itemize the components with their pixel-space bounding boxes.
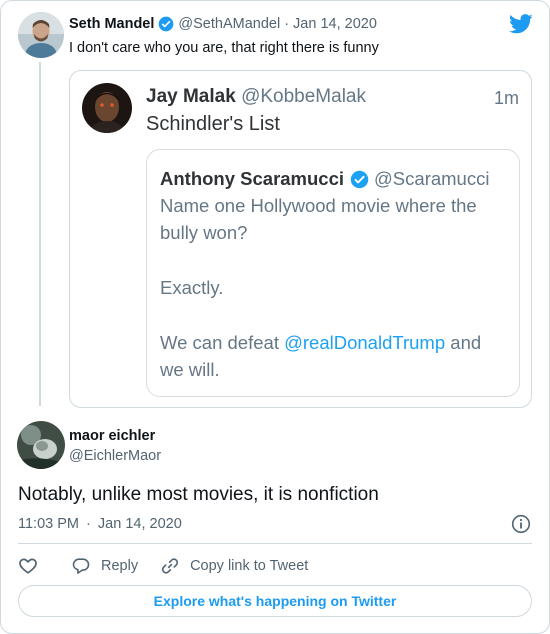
parent-separator: · <box>284 16 290 32</box>
tweet-divider <box>18 543 532 544</box>
quoted-line-1: Name one Hollywood movie where the <box>160 195 477 216</box>
copy-link-button[interactable]: Copy link to Tweet <box>160 556 308 576</box>
tweet-timestamp[interactable]: 11:03 PM · Jan 14, 2020 <box>18 516 182 532</box>
quoted-tweet-header: Anthony Scaramucci @Scaramucci <box>160 168 489 190</box>
quoted-mention-link: @realDonaldTrump <box>284 332 446 353</box>
parent-tweet-header: Seth Mandel @SethAMandel · Jan 14, 2020 <box>69 16 377 32</box>
twitter-logo-icon[interactable] <box>509 14 533 34</box>
thread-connector-line <box>39 62 41 406</box>
explore-twitter-button[interactable]: Explore what's happening on Twitter <box>18 585 532 617</box>
tweet-date: Jan 14, 2020 <box>97 516 182 532</box>
quoted-author-handle: @Scaramucci <box>374 168 490 189</box>
reply-bubble-icon <box>72 558 90 574</box>
tweet-time: 11:03 PM <box>18 516 79 532</box>
tweet-author-avatar[interactable] <box>17 421 65 469</box>
info-icon[interactable] <box>511 514 531 534</box>
avatar-photo-icon <box>82 83 132 133</box>
like-heart-icon <box>19 558 37 574</box>
reply-label: Reply <box>101 558 139 574</box>
parent-author-handle[interactable]: @SethAMandel <box>178 16 280 32</box>
verified-badge-icon <box>350 170 369 188</box>
tweet-text: Notably, unlike most movies, it is nonfi… <box>18 484 379 505</box>
screenshot-time: 1m <box>493 88 519 108</box>
tweet-actions: Reply Copy link to Tweet <box>18 555 308 577</box>
quoted-author-name: Anthony Scaramucci <box>160 168 345 189</box>
screenshot-avatar <box>82 83 132 133</box>
quoted-line-4-prefix: We can defeat <box>160 332 279 353</box>
tweet-author-handle[interactable]: @EichlerMaor <box>69 448 161 464</box>
avatar-photo-icon <box>18 12 64 58</box>
avatar-photo-icon <box>17 421 65 469</box>
screenshot-header: Jay Malak @KobbeMalak <box>146 86 366 108</box>
copy-link-label: Copy link to Tweet <box>190 558 309 574</box>
verified-badge-icon <box>159 16 174 32</box>
link-icon <box>162 558 179 574</box>
screenshot-author-name: Jay Malak <box>146 86 236 107</box>
tweet-separator: · <box>86 516 91 532</box>
quoted-line-4: We can defeat @realDonaldTrump and <box>160 332 481 354</box>
quoted-line-4-suffix: and <box>450 332 482 353</box>
parent-author-name[interactable]: Seth Mandel <box>69 16 154 32</box>
quoted-tweet: Anthony Scaramucci @Scaramucci Name one … <box>146 149 520 397</box>
tweet-author-name[interactable]: maor eichler <box>69 428 155 444</box>
quoted-line-5: we will. <box>160 359 220 380</box>
parent-avatar[interactable] <box>18 12 64 58</box>
quoted-line-2: bully won? <box>160 222 248 243</box>
screenshot-author-handle: @KobbeMalak <box>241 86 366 107</box>
like-button[interactable] <box>18 556 38 576</box>
quoted-line-3: Exactly. <box>160 277 224 298</box>
reply-button[interactable]: Reply <box>71 556 138 576</box>
screenshot-tweet-text: Schindler's List <box>146 113 280 135</box>
attached-tweet-screenshot[interactable]: Jay Malak @KobbeMalak 1m Schindler's Lis… <box>69 70 532 408</box>
parent-date[interactable]: Jan 14, 2020 <box>293 16 377 32</box>
parent-tweet-text: I don't care who you are, that right the… <box>69 40 379 56</box>
